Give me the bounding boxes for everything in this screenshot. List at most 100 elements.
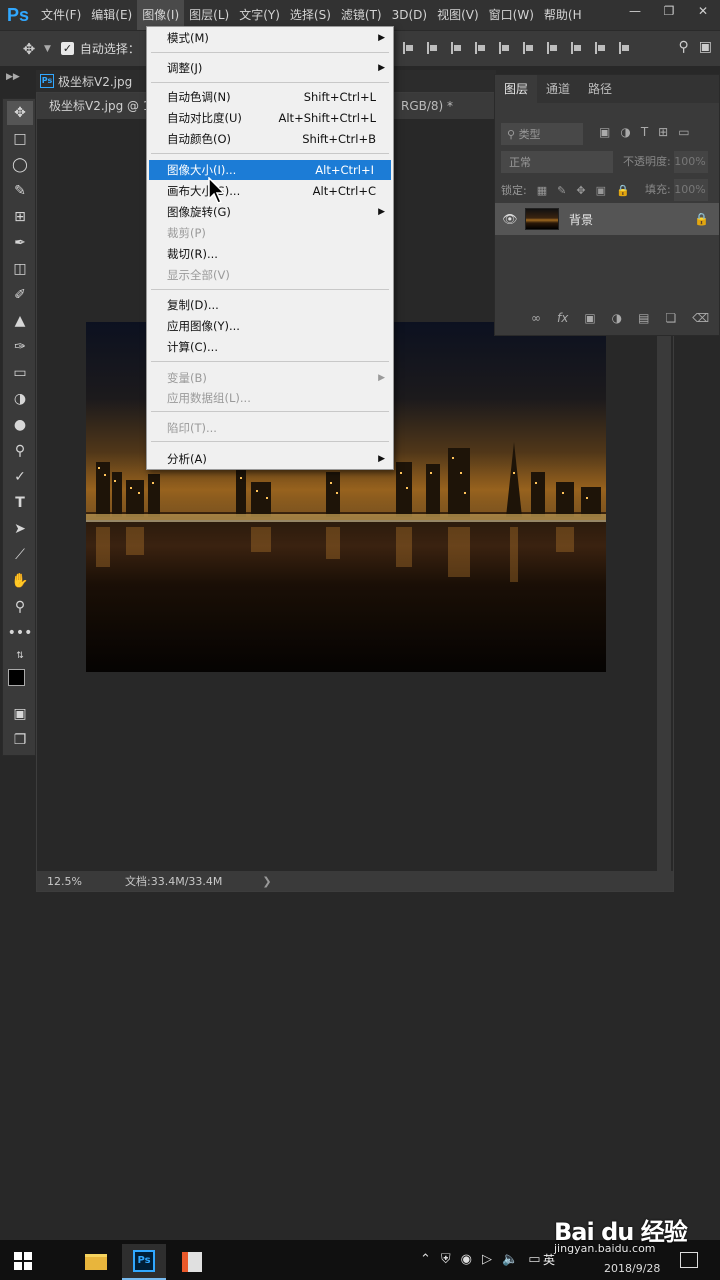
image-menu-item[interactable]: 计算(C)...: [147, 337, 393, 357]
more-tools-icon[interactable]: •••: [8, 624, 33, 642]
path-select-tool-icon[interactable]: ➤: [11, 520, 29, 538]
restore-icon[interactable]: ❐: [652, 0, 686, 22]
chevron-up-icon[interactable]: ⌃: [420, 1252, 431, 1267]
align-bottom-icon[interactable]: [520, 39, 536, 57]
eraser-tool-icon[interactable]: ▭: [11, 364, 29, 382]
windows-start-icon[interactable]: [14, 1252, 32, 1270]
marquee-tool-icon[interactable]: □: [11, 130, 29, 148]
adjustment-layer-icon[interactable]: ◑: [612, 311, 622, 325]
new-layer-icon[interactable]: ❏: [666, 311, 677, 325]
image-menu-item[interactable]: 复制(D)...: [147, 295, 393, 315]
taskbar-photoshop[interactable]: Ps: [122, 1244, 166, 1280]
move-tool-icon[interactable]: ✥: [14, 40, 44, 58]
image-menu-item[interactable]: 应用图像(Y)...: [147, 316, 393, 336]
lock-all-icon[interactable]: 🔒: [616, 184, 630, 197]
menu-item[interactable]: 窗口(W): [484, 0, 539, 30]
fx-icon[interactable]: fx: [557, 311, 568, 325]
eyedropper-tool-icon[interactable]: ✒: [11, 234, 29, 252]
distribute-bottom-icon[interactable]: [592, 39, 608, 57]
smart-object-filter-icon[interactable]: ▭: [678, 125, 689, 139]
lasso-tool-icon[interactable]: ◯: [11, 156, 29, 174]
image-filter-icon[interactable]: ▣: [599, 125, 610, 139]
panel-tab[interactable]: 图层: [495, 75, 538, 103]
monitor-icon[interactable]: ▭: [528, 1252, 540, 1267]
frame-tool-icon[interactable]: ◫: [11, 260, 29, 278]
foreground-color-swatch[interactable]: [8, 669, 25, 686]
image-menu-item[interactable]: 自动对比度(U) Alt+Shift+Ctrl+L: [147, 108, 393, 128]
blend-mode-select[interactable]: 正常: [501, 151, 613, 173]
taskbar-explorer[interactable]: [74, 1244, 118, 1280]
layer-filter[interactable]: ⚲ 类型: [501, 123, 583, 145]
minimize-icon[interactable]: —: [618, 0, 652, 22]
align-left-icon[interactable]: [400, 39, 416, 57]
chevron-down-icon[interactable]: ▼: [44, 44, 51, 54]
trash-icon[interactable]: ⌫: [692, 311, 709, 325]
lock-artboard-icon[interactable]: ▣: [596, 184, 606, 197]
image-menu-item[interactable]: 模式(M) ▶: [147, 28, 393, 48]
collapse-icon[interactable]: ▶▶: [6, 72, 20, 82]
align-center-icon[interactable]: [424, 39, 440, 57]
line-tool-icon[interactable]: ⟋: [11, 546, 29, 564]
pen-tool-icon[interactable]: ✓: [11, 468, 29, 486]
volume-icon[interactable]: 🔈: [502, 1252, 518, 1267]
mask-icon[interactable]: ▣: [584, 311, 595, 325]
align-right-icon[interactable]: [448, 39, 464, 57]
menu-item[interactable]: 帮助(H: [539, 0, 587, 30]
opacity-control[interactable]: 不透明度: 100%: [623, 151, 708, 173]
dodge-tool-icon[interactable]: ⚲: [11, 442, 29, 460]
zoom-tool-icon[interactable]: ⚲: [11, 598, 29, 616]
visibility-eye-icon[interactable]: 👁: [495, 212, 525, 226]
lock-pixels-icon[interactable]: ▦: [537, 184, 547, 197]
menu-item[interactable]: 文件(F): [36, 0, 86, 30]
menu-item[interactable]: 视图(V): [432, 0, 484, 30]
network-icon[interactable]: ▷: [482, 1252, 492, 1267]
type-filter-icon[interactable]: T: [641, 125, 648, 139]
link-icon[interactable]: ∞: [531, 311, 541, 325]
quick-mask-icon[interactable]: ▣: [11, 705, 29, 723]
image-menu-item[interactable]: 画布大小(S)... Alt+Ctrl+C: [147, 181, 393, 201]
lock-position-icon[interactable]: ✥: [576, 184, 585, 197]
auto-select-checkbox[interactable]: ✓: [60, 42, 74, 55]
paint-bucket-tool-icon[interactable]: ◑: [11, 390, 29, 408]
align-middle-icon[interactable]: [496, 39, 512, 57]
image-menu-item[interactable]: 调整(J) ▶: [147, 58, 393, 78]
fill-control[interactable]: 填充: 100%: [645, 179, 708, 201]
folder-icon[interactable]: ▤: [638, 311, 649, 325]
image-menu-item[interactable]: 图像旋转(G) ▶: [147, 202, 393, 222]
screen-mode-icon[interactable]: ❐: [11, 731, 29, 749]
adjustment-filter-icon[interactable]: ◑: [620, 125, 630, 139]
distribute-middle-icon[interactable]: [568, 39, 584, 57]
blur-tool-icon[interactable]: ●: [11, 416, 29, 434]
taskbar-app[interactable]: [170, 1244, 214, 1280]
clock-date[interactable]: 2018/9/28: [604, 1262, 660, 1275]
lock-paint-icon[interactable]: ✎: [557, 184, 566, 197]
quick-select-tool-icon[interactable]: ✎: [11, 182, 29, 200]
close-icon[interactable]: ✕: [686, 0, 720, 22]
panel-tab[interactable]: 通道: [537, 75, 579, 103]
menu-item[interactable]: 编辑(E): [86, 0, 137, 30]
align-top-icon[interactable]: [472, 39, 488, 57]
distribute-top-icon[interactable]: [544, 39, 560, 57]
search-icon[interactable]: ⚲: [679, 39, 689, 55]
distribute-left-icon[interactable]: [616, 39, 632, 57]
hand-tool-icon[interactable]: ✋: [11, 572, 29, 590]
image-menu-item[interactable]: 自动色调(N) Shift+Ctrl+L: [147, 87, 393, 107]
stamp-tool-icon[interactable]: ▲: [11, 312, 29, 330]
swap-colors-icon[interactable]: ⇅: [11, 647, 29, 665]
panel-tab[interactable]: 路径: [579, 75, 621, 103]
crop-tool-icon[interactable]: ⊞: [11, 208, 29, 226]
move-tool-icon[interactable]: ✥: [7, 101, 33, 125]
app-tray-icon[interactable]: ◉: [461, 1252, 472, 1267]
shield-icon[interactable]: ⛨: [441, 1252, 451, 1267]
image-menu-item[interactable]: 裁切(R)...: [147, 244, 393, 264]
image-menu-item[interactable]: 图像大小(I)... Alt+Ctrl+I: [149, 160, 391, 180]
history-brush-tool-icon[interactable]: ✑: [11, 338, 29, 356]
brush-tool-icon[interactable]: ✐: [11, 286, 29, 304]
chevron-right-icon[interactable]: ❯: [262, 875, 271, 888]
image-menu-item[interactable]: 分析(A) ▶: [147, 449, 393, 469]
layer-row[interactable]: 👁 背景 🔒: [495, 203, 719, 235]
vertical-scrollbar[interactable]: [657, 333, 671, 873]
type-tool-icon[interactable]: T: [11, 494, 29, 512]
image-menu-item[interactable]: 自动颜色(O) Shift+Ctrl+B: [147, 129, 393, 149]
document-tab[interactable]: Ps 极坐标V2.jpg: [40, 70, 132, 92]
